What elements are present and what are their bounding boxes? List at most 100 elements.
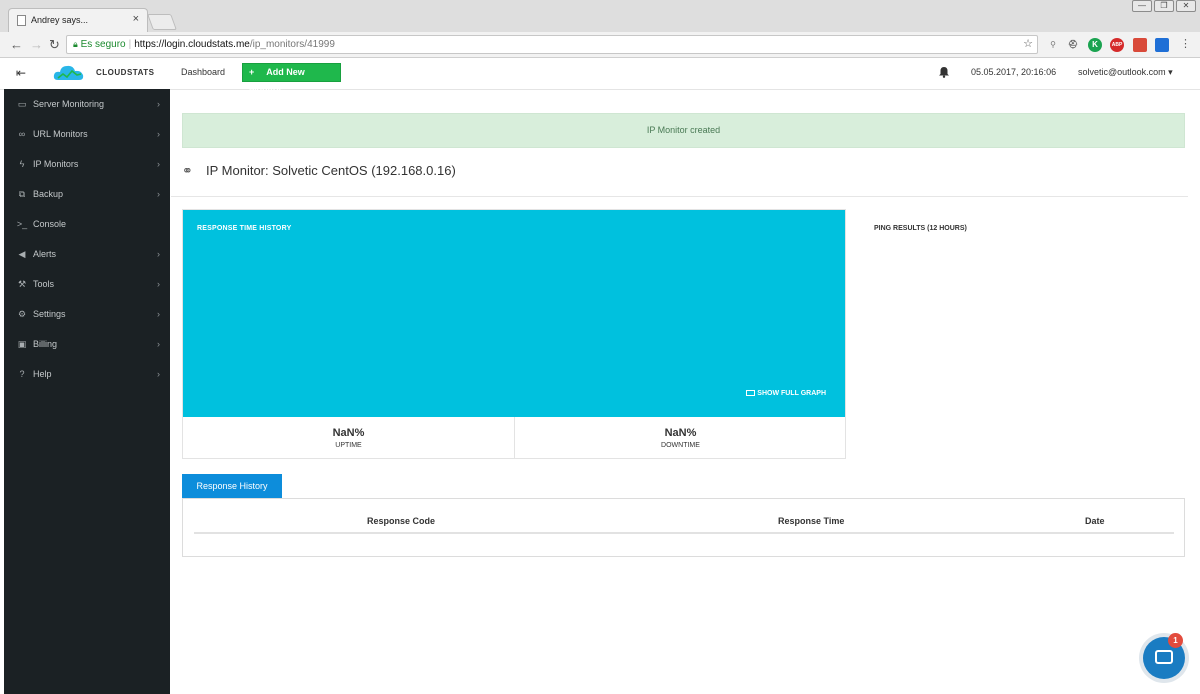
sidebar-item-label: Server Monitoring xyxy=(33,99,105,109)
chevron-right-icon: › xyxy=(157,249,160,259)
chevron-right-icon: › xyxy=(157,99,160,109)
ping-results-title: PING RESULTS (12 HOURS) xyxy=(874,225,967,232)
url-path: /ip_monitors/41999 xyxy=(249,39,335,50)
browser-toolbar: ← → ↻ 🔒︎ Es seguro | https://login.cloudst… xyxy=(0,32,1200,58)
page-title: ⚭ IP Monitor: Solvetic CentOS (192.168.0.… xyxy=(182,163,456,179)
sidebar-item-server-monitoring[interactable]: ▭ Server Monitoring › xyxy=(4,89,170,119)
link-icon: ∞ xyxy=(18,129,26,139)
table-header: Response Code Response Time Date xyxy=(194,513,1174,534)
browser-tab[interactable]: Andrey says... × xyxy=(8,8,148,32)
new-tab-button[interactable] xyxy=(147,14,177,30)
extension-red-icon[interactable] xyxy=(1133,38,1147,52)
downtime-stat: NaN% DOWNTIME xyxy=(515,417,846,458)
column-response-code[interactable]: Response Code xyxy=(367,516,435,526)
downtime-value: NaN% xyxy=(664,427,697,439)
cloudstats-logo xyxy=(53,65,84,80)
sidebar-item-settings[interactable]: ⚙ Settings › xyxy=(4,299,170,329)
tab-strip: Andrey says... × — ❐ ✕ xyxy=(0,0,1200,32)
chevron-right-icon: › xyxy=(157,159,160,169)
brand-name: CLOUDSTATS xyxy=(96,68,155,77)
sidebar-item-console[interactable]: >_ Console xyxy=(4,209,170,239)
chevron-right-icon: › xyxy=(157,279,160,289)
bookmark-star-icon[interactable]: ☆ xyxy=(1023,36,1033,53)
sidebar-item-help[interactable]: ? Help › xyxy=(4,359,170,389)
uptime-stat: NaN% UPTIME xyxy=(183,417,514,458)
sidebar-item-backup[interactable]: ⧉ Backup › xyxy=(4,179,170,209)
copy-icon: ⧉ xyxy=(18,189,26,199)
sidebar-item-label: Tools xyxy=(33,279,55,289)
page-title-text: IP Monitor: Solvetic CentOS (192.168.0.1… xyxy=(206,163,456,178)
menu-toggle-icon[interactable]: ⇤ xyxy=(16,66,26,80)
back-arrow-icon[interactable]: ← xyxy=(10,37,23,52)
chevron-right-icon: › xyxy=(157,309,160,319)
sidebar-item-label: Help xyxy=(33,369,52,379)
uptime-value: NaN% xyxy=(332,427,365,439)
browser-chrome: Andrey says... × — ❐ ✕ ← → ↻ 🔒︎ Es segur… xyxy=(0,0,1200,58)
chat-notification-badge: 1 xyxy=(1168,633,1183,648)
close-window-button[interactable]: ✕ xyxy=(1176,0,1196,12)
lock-icon: 🔒︎ xyxy=(73,39,78,49)
sidebar-item-label: Settings xyxy=(33,309,66,319)
forward-arrow-icon[interactable]: → xyxy=(30,37,43,52)
user-menu[interactable]: solvetic@outlook.com ▾ xyxy=(1078,67,1173,78)
terminal-icon: >_ xyxy=(16,219,28,229)
tab-response-history[interactable]: Response History xyxy=(182,474,282,498)
gears-icon: ⚙ xyxy=(17,309,27,319)
chevron-right-icon: › xyxy=(157,129,160,139)
sidebar-item-tools[interactable]: ⚒ Tools › xyxy=(4,269,170,299)
sidebar-item-label: Backup xyxy=(33,189,64,199)
divider xyxy=(171,196,1188,197)
extension-blue-icon[interactable] xyxy=(1155,38,1169,52)
extension-k-icon[interactable]: K xyxy=(1088,38,1102,52)
wrench-icon: ⚒ xyxy=(17,279,27,289)
reload-icon[interactable]: ↻ xyxy=(49,37,60,53)
megaphone-icon: ◀ xyxy=(18,249,26,259)
maximize-button[interactable]: ❐ xyxy=(1154,0,1174,12)
sidebar-item-billing[interactable]: ▣ Billing › xyxy=(4,329,170,359)
chat-bubble-icon xyxy=(1155,650,1173,664)
graph-title: RESPONSE TIME HISTORY xyxy=(197,225,292,232)
chevron-right-icon: › xyxy=(157,189,160,199)
address-bar[interactable]: 🔒︎ Es seguro | https://login.cloudstats.me… xyxy=(66,35,1038,54)
sidebar-item-label: Alerts xyxy=(33,249,57,259)
minimize-button[interactable]: — xyxy=(1132,0,1152,12)
tab-title: Andrey says... xyxy=(31,15,89,25)
link-icon: ⚭ xyxy=(182,163,193,178)
url-host: https://login.cloudstats.me xyxy=(134,39,250,50)
downtime-label: DOWNTIME xyxy=(661,442,700,449)
sidebar-item-alerts[interactable]: ◀ Alerts › xyxy=(4,239,170,269)
response-time-graph: RESPONSE TIME HISTORY SHOW FULL GRAPH xyxy=(183,210,845,417)
sidebar-item-label: Console xyxy=(33,219,67,229)
chevron-right-icon: › xyxy=(157,339,160,349)
secure-label: Es seguro xyxy=(80,39,126,50)
uptime-label: UPTIME xyxy=(335,442,362,449)
sidebar: ▭ Server Monitoring › ∞ URL Monitors › ϟ… xyxy=(4,89,170,694)
image-icon xyxy=(746,390,756,396)
browser-menu-icon[interactable]: ⋮ xyxy=(1180,37,1191,50)
bolt-icon: ϟ xyxy=(19,159,25,169)
adblock-icon[interactable]: ABP xyxy=(1110,38,1124,52)
app-header: ⇤ CLOUDSTATS Dashboard + Add New Monitor … xyxy=(0,58,1200,94)
plus-icon: + xyxy=(249,67,255,77)
column-date[interactable]: Date xyxy=(1085,516,1105,526)
sidebar-item-label: URL Monitors xyxy=(33,129,88,139)
add-new-monitor-button[interactable]: + Add New Monitor xyxy=(242,63,341,94)
bell-icon[interactable] xyxy=(938,66,950,78)
column-response-time[interactable]: Response Time xyxy=(778,516,844,526)
extension-pin-icon[interactable]: ⚲ xyxy=(1046,38,1060,52)
response-history-table: Response Code Response Time Date xyxy=(182,498,1185,557)
server-icon: ▭ xyxy=(17,99,27,109)
current-datetime: 05.05.2017, 20:16:06 xyxy=(971,67,1057,77)
sidebar-item-ip-monitors[interactable]: ϟ IP Monitors › xyxy=(4,149,170,179)
response-time-card: RESPONSE TIME HISTORY SHOW FULL GRAPH Na… xyxy=(182,209,846,459)
success-alert: IP Monitor created xyxy=(182,113,1185,148)
show-full-graph-link[interactable]: SHOW FULL GRAPH xyxy=(746,390,826,397)
add-new-monitor-label: Add New Monitor xyxy=(249,67,305,94)
sidebar-item-url-monitors[interactable]: ∞ URL Monitors › xyxy=(4,119,170,149)
chevron-right-icon: › xyxy=(157,369,160,379)
show-full-graph-label: SHOW FULL GRAPH xyxy=(757,390,826,397)
extension-hat-icon[interactable]: ⛑ xyxy=(1066,38,1080,52)
tab-close-icon[interactable]: × xyxy=(133,13,139,25)
dashboard-link[interactable]: Dashboard xyxy=(181,67,225,77)
money-icon: ▣ xyxy=(17,339,27,349)
